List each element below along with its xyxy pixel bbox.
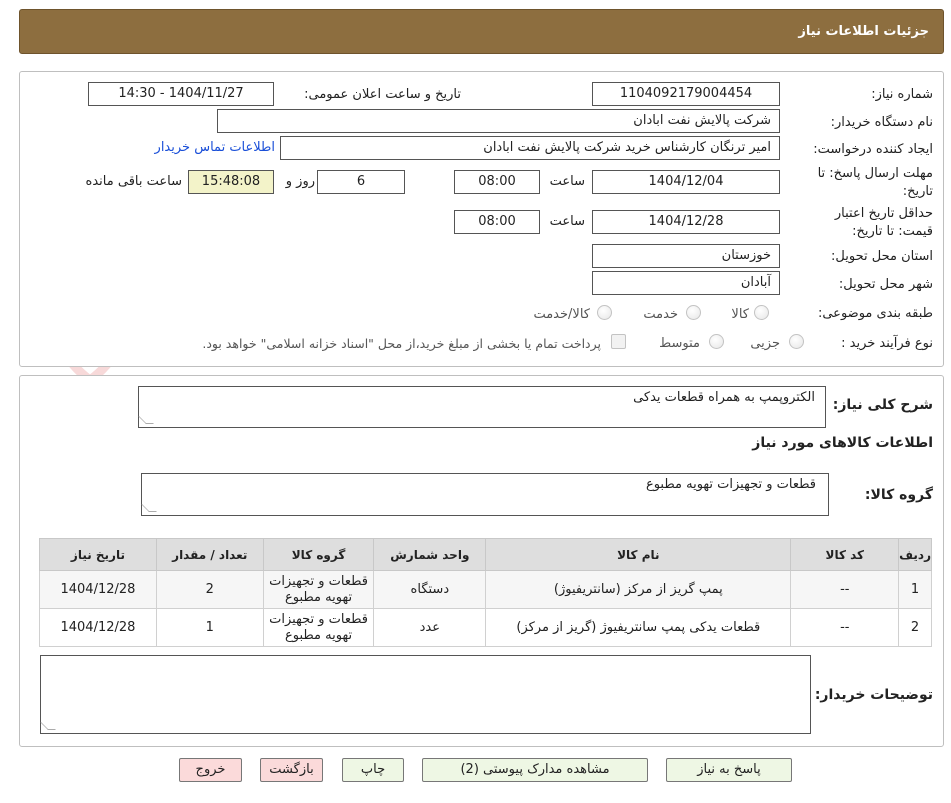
days-label: روز و xyxy=(285,174,315,189)
deadline-label-line1: مهلت ارسال پاسخ: تا xyxy=(817,166,933,181)
city-field: آبادان xyxy=(592,271,780,295)
category-radio-goods-service[interactable] xyxy=(597,305,612,320)
validity-time-label: ساعت xyxy=(549,214,585,229)
category-label: طبقه بندی موضوعی: xyxy=(817,306,933,321)
resize-handle-icon[interactable] xyxy=(141,504,157,512)
col-row: ردیف xyxy=(898,538,932,571)
province-field: خوزستان xyxy=(592,244,780,268)
process-label: نوع فرآیند خرید : xyxy=(841,336,933,351)
col-date: تاریخ نیاز xyxy=(39,538,157,571)
category-option-goods: کالا xyxy=(731,307,749,322)
process-option-medium: متوسط xyxy=(659,336,700,351)
creator-field: امیر ترنگان کارشناس خرید شرکت پالایش نفت… xyxy=(280,136,780,160)
exit-button[interactable]: خروج xyxy=(179,758,242,782)
announce-field: 1404/11/27 - 14:30 xyxy=(88,82,274,106)
deadline-label-line2: تاریخ: xyxy=(902,184,933,199)
need-number-label: شماره نیاز: xyxy=(871,87,933,102)
col-name: نام کالا xyxy=(485,538,792,571)
col-group: گروه کالا xyxy=(262,538,375,571)
summary-label: شرح کلی نیاز: xyxy=(832,397,933,413)
category-option-service: خدمت xyxy=(643,307,678,322)
buyer-contact-link[interactable]: اطلاعات تماس خریدار xyxy=(155,140,275,155)
cell-row: 1 xyxy=(898,570,932,609)
cell-qty: 1 xyxy=(155,608,264,647)
validity-label-line1: حداقل تاریخ اعتبار xyxy=(834,206,933,221)
category-radio-goods[interactable] xyxy=(754,305,769,320)
cell-date: 1404/12/28 xyxy=(39,608,157,647)
col-code: کد کالا xyxy=(790,538,900,571)
cell-qty: 2 xyxy=(155,570,264,609)
cell-code: -- xyxy=(790,608,900,647)
goods-group-label: گروه کالا: xyxy=(864,487,933,503)
process-option-minor: جزیی xyxy=(750,336,780,351)
goods-table: ردیف کد کالا نام کالا واحد شمارش گروه کا… xyxy=(39,538,932,647)
cell-row: 2 xyxy=(898,608,932,647)
deadline-time-label: ساعت xyxy=(549,174,585,189)
treasury-payment-checkbox[interactable] xyxy=(611,334,626,349)
category-option-goods-service: کالا/خدمت xyxy=(533,307,590,322)
back-button[interactable]: بازگشت xyxy=(260,758,323,782)
cell-group: قطعات و تجهیزات تهویه مطبوع xyxy=(262,570,375,609)
resize-handle-icon[interactable] xyxy=(40,722,56,730)
print-button[interactable]: چاپ xyxy=(342,758,404,782)
table-row: 1 -- پمپ گریز از مرکز (سانتریفیوژ) دستگا… xyxy=(39,570,932,609)
buyer-org-label: نام دستگاه خریدار: xyxy=(830,115,933,130)
creator-label: ایجاد کننده درخواست: xyxy=(813,142,933,157)
col-unit: واحد شمارش xyxy=(373,538,487,571)
process-radio-medium[interactable] xyxy=(709,334,724,349)
reply-button[interactable]: پاسخ به نیاز xyxy=(666,758,792,782)
resize-handle-icon[interactable] xyxy=(138,416,154,424)
deadline-time-field: 08:00 xyxy=(454,170,540,194)
validity-date-field: 1404/12/28 xyxy=(592,210,780,234)
buyer-notes-label: توضیحات خریدار: xyxy=(814,687,933,703)
page-title: جزئیات اطلاعات نیاز xyxy=(798,24,929,39)
cell-date: 1404/12/28 xyxy=(39,570,157,609)
cell-code: -- xyxy=(790,570,900,609)
summary-textarea: الکتروپمپ به همراه قطعات یدکی xyxy=(138,386,826,428)
cell-unit: دستگاه xyxy=(373,570,487,609)
table-header-row: ردیف کد کالا نام کالا واحد شمارش گروه کا… xyxy=(39,538,932,571)
days-remaining-field: 6 xyxy=(317,170,405,194)
cell-unit: عدد xyxy=(373,608,487,647)
goods-info-title: اطلاعات کالاهای مورد نیاز xyxy=(752,435,933,451)
summary-text: الکتروپمپ به همراه قطعات یدکی xyxy=(633,390,815,405)
announce-label: تاریخ و ساعت اعلان عمومی: xyxy=(304,87,461,102)
goods-group-textarea: قطعات و تجهیزات تهویه مطبوع xyxy=(141,473,829,516)
remaining-time-field: 15:48:08 xyxy=(188,170,274,194)
province-label: استان محل تحویل: xyxy=(831,249,933,264)
process-radio-minor[interactable] xyxy=(789,334,804,349)
goods-group-text: قطعات و تجهیزات تهویه مطبوع xyxy=(645,477,816,492)
cell-group: قطعات و تجهیزات تهویه مطبوع xyxy=(262,608,375,647)
validity-label-line2: قیمت: تا تاریخ: xyxy=(852,224,933,239)
attachments-button[interactable]: مشاهده مدارک پیوستی (2) xyxy=(422,758,648,782)
buyer-notes-textarea[interactable] xyxy=(40,655,811,734)
category-radio-service[interactable] xyxy=(686,305,701,320)
cell-name: قطعات یدکی پمپ سانتریفیوژ (گریز از مرکز) xyxy=(485,608,792,647)
cell-name: پمپ گریز از مرکز (سانتریفیوژ) xyxy=(485,570,792,609)
page-header: جزئیات اطلاعات نیاز xyxy=(19,9,944,54)
city-label: شهر محل تحویل: xyxy=(838,277,933,292)
need-number-field: 1104092179004454 xyxy=(592,82,780,106)
table-row: 2 -- قطعات یدکی پمپ سانتریفیوژ (گریز از … xyxy=(39,608,932,647)
deadline-date-field: 1404/12/04 xyxy=(592,170,780,194)
validity-time-field: 08:00 xyxy=(454,210,540,234)
col-qty: تعداد / مقدار xyxy=(155,538,264,571)
buyer-org-field: شرکت پالایش نفت ابادان xyxy=(217,109,780,133)
treasury-payment-note: پرداخت تمام یا بخشی از مبلغ خرید،از محل … xyxy=(202,336,601,351)
remaining-time-label: ساعت باقی مانده xyxy=(85,174,182,189)
